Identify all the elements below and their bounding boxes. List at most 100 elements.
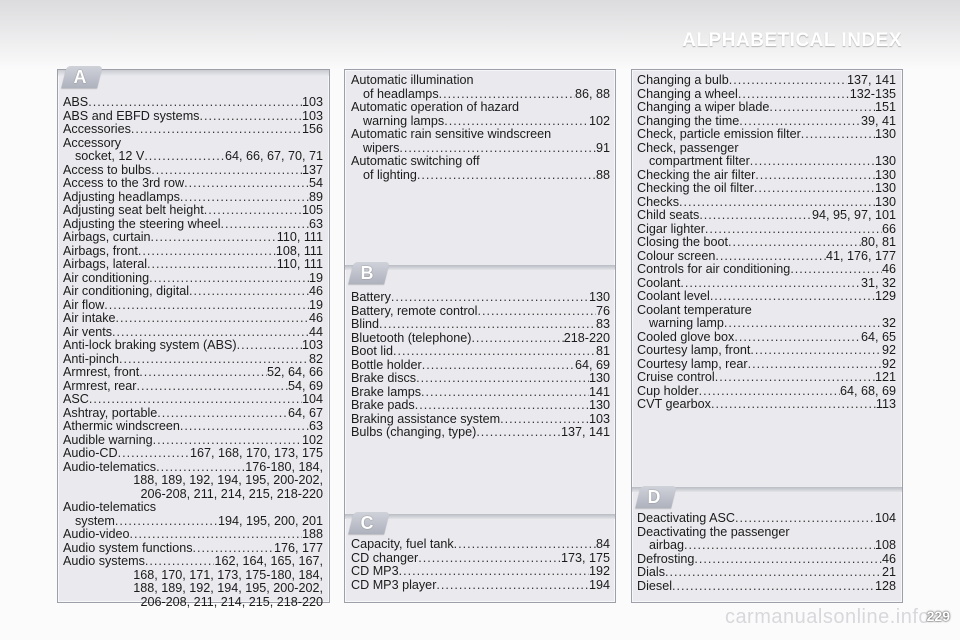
index-entry: CD MP3 player194 bbox=[351, 578, 610, 593]
index-entry: Closing the boot80, 81 bbox=[637, 235, 896, 250]
index-entry: Battery, remote control76 bbox=[351, 304, 610, 319]
index-entry: Coolant level129 bbox=[637, 289, 896, 304]
index-entry: Audio-video188 bbox=[63, 527, 323, 542]
index-entry: 206-208, 211, 214, 215, 218-220 bbox=[140, 594, 323, 609]
index-entry: Airbags, front108, 111 bbox=[63, 244, 323, 259]
index-entry: Anti-lock braking system (ABS)103 bbox=[63, 338, 323, 353]
section-a-letter: A bbox=[73, 67, 87, 87]
section-a-entries: ABS103 ABS and EBFD systems103 Accessori… bbox=[63, 95, 323, 609]
index-entry: CD MP3192 bbox=[351, 564, 610, 579]
index-entry: 168, 170, 171, 173, 175-180, 184, bbox=[133, 567, 323, 582]
index-entry: Checking the oil filter130 bbox=[637, 181, 896, 196]
index-entry: Capacity, fuel tank84 bbox=[351, 537, 610, 552]
index-entry: ABS103 bbox=[63, 95, 323, 110]
index-entry: Check, particle emission filter130 bbox=[637, 127, 896, 142]
index-entry: Deactivating the passenger bbox=[637, 524, 790, 539]
index-entry: ABS and EBFD systems103 bbox=[63, 109, 323, 124]
index-entry: Cigar lighter66 bbox=[637, 222, 896, 237]
section-c-letter: C bbox=[360, 513, 374, 533]
index-entry: airbag108 bbox=[637, 538, 896, 553]
index-entry: Colour screen41, 176, 177 bbox=[637, 249, 896, 264]
index-entry: Defrosting46 bbox=[637, 552, 896, 567]
index-entry: Adjusting headlamps89 bbox=[63, 190, 323, 205]
index-entry: Cooled glove box64, 65 bbox=[637, 330, 896, 345]
index-entry: Changing a wheel132-135 bbox=[637, 87, 896, 102]
index-entry: Cup holder64, 68, 69 bbox=[637, 384, 896, 399]
index-entry: Blind83 bbox=[351, 317, 610, 332]
index-entry: system194, 195, 200, 201 bbox=[63, 514, 323, 529]
index-entry: Bulbs (changing, type)137, 141 bbox=[351, 425, 610, 440]
index-entry: Automatic switching off bbox=[351, 154, 480, 168]
index-entry: Checks130 bbox=[637, 195, 896, 210]
index-entry: Deactivating ASC104 bbox=[637, 511, 896, 526]
index-entry: Bluetooth (telephone)218-220 bbox=[351, 331, 610, 346]
index-entry: Automatic illumination bbox=[351, 73, 474, 87]
index-entry: Armrest, front52, 64, 66 bbox=[63, 365, 323, 380]
index-entry: Audio-CD167, 168, 170, 173, 175 bbox=[63, 446, 323, 461]
index-entry: Changing the time39, 41 bbox=[637, 114, 896, 129]
index-entry: Ashtray, portable64, 67 bbox=[63, 406, 323, 421]
index-entry: Controls for air conditioning46 bbox=[637, 262, 896, 277]
index-entry: Dials21 bbox=[637, 565, 896, 580]
index-entry: Changing a wiper blade151 bbox=[637, 100, 896, 115]
index-entry: Coolant31, 32 bbox=[637, 276, 896, 291]
index-entry: Armrest, rear54, 69 bbox=[63, 379, 323, 394]
index-entry: Air conditioning19 bbox=[63, 271, 323, 286]
index-entry: Check, passenger bbox=[637, 140, 739, 155]
index-entry: compartment filter130 bbox=[637, 154, 896, 169]
index-entry: ASC104 bbox=[63, 392, 323, 407]
index-entry: Braking assistance system103 bbox=[351, 412, 610, 427]
automatic-entries: Automatic illumination of headlamps86, 8… bbox=[351, 73, 610, 182]
index-entry: Accessory bbox=[63, 135, 122, 150]
index-entry: Anti-pinch82 bbox=[63, 352, 323, 367]
watermark: carmanualsonline.info bbox=[724, 606, 930, 628]
section-c-continued-entries: Changing a bulb137, 141 Changing a wheel… bbox=[637, 73, 896, 412]
index-entry: Diesel128 bbox=[637, 579, 896, 594]
index-entry: Accessories156 bbox=[63, 122, 323, 137]
index-entry: Air intake46 bbox=[63, 311, 323, 326]
index-entry: Battery130 bbox=[351, 290, 610, 305]
index-entry: Airbags, lateral110, 111 bbox=[63, 257, 323, 272]
index-entry: Brake lamps141 bbox=[351, 385, 610, 400]
index-entry: warning lamps102 bbox=[351, 114, 610, 129]
index-entry: warning lamp32 bbox=[637, 316, 896, 331]
index-entry: Airbags, curtain110, 111 bbox=[63, 230, 323, 245]
index-entry: Coolant temperature bbox=[637, 302, 752, 317]
index-entry: Air flow19 bbox=[63, 298, 323, 313]
index-entry: Checking the air filter130 bbox=[637, 168, 896, 183]
page-title: ALPHABETICAL INDEX bbox=[682, 30, 902, 51]
index-entry: Automatic operation of hazard bbox=[351, 100, 520, 114]
index-entry: Air conditioning, digital46 bbox=[63, 284, 323, 299]
index-entry: CD changer173, 175 bbox=[351, 551, 610, 566]
section-d-letter: D bbox=[647, 487, 661, 507]
index-entry: Courtesy lamp, rear92 bbox=[637, 357, 896, 372]
index-entry: Audio systems162, 164, 165, 167, bbox=[63, 554, 323, 569]
index-entry: Cruise control121 bbox=[637, 370, 896, 385]
index-entry: Access to bulbs137 bbox=[63, 163, 323, 178]
index-entry: Air vents44 bbox=[63, 325, 323, 340]
index-entry: Changing a bulb137, 141 bbox=[637, 73, 896, 88]
index-entry: Brake pads130 bbox=[351, 398, 610, 413]
index-entry: socket, 12 V64, 66, 67, 70, 71 bbox=[63, 149, 323, 164]
index-entry: wipers91 bbox=[351, 141, 610, 156]
index-entry: Brake discs130 bbox=[351, 371, 610, 386]
index-entry: Access to the 3rd row54 bbox=[63, 176, 323, 191]
index-entry: Bottle holder64, 69 bbox=[351, 358, 610, 373]
index-entry: Audible warning102 bbox=[63, 433, 323, 448]
index-entry: 188, 189, 192, 194, 195, 200-202, bbox=[133, 581, 323, 595]
index-entry: Athermic windscreen63 bbox=[63, 419, 323, 434]
index-entry: Adjusting the steering wheel63 bbox=[63, 217, 323, 232]
index-entry: CVT gearbox113 bbox=[637, 397, 896, 412]
index-entry: Automatic rain sensitive windscreen bbox=[351, 127, 552, 141]
page-number: 229 bbox=[926, 608, 950, 624]
index-entry: of headlamps86, 88 bbox=[351, 87, 610, 102]
section-b-letter: B bbox=[360, 263, 374, 283]
index-entry: Child seats94, 95, 97, 101 bbox=[637, 208, 896, 223]
index-entry: 206-208, 211, 214, 215, 218-220 bbox=[140, 486, 323, 501]
index-entry: Adjusting seat belt height105 bbox=[63, 203, 323, 218]
section-d-entries: Deactivating ASC104 Deactivating the pas… bbox=[637, 511, 896, 594]
index-entry: 188, 189, 192, 194, 195, 200-202, bbox=[133, 473, 323, 487]
index-entry: Courtesy lamp, front92 bbox=[637, 343, 896, 358]
index-entry: Audio-telematics176-180, 184, bbox=[63, 460, 323, 475]
index-entry: Boot lid81 bbox=[351, 344, 610, 359]
